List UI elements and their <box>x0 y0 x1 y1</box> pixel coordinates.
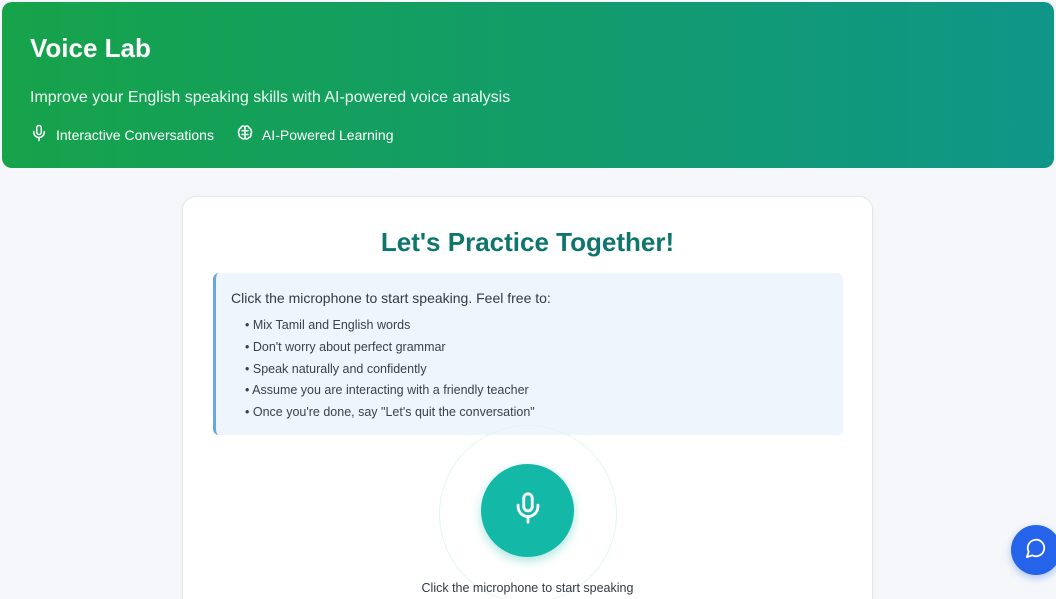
chat-bubble-icon <box>1025 537 1047 564</box>
hero-banner: Voice Lab Improve your English speaking … <box>2 2 1054 168</box>
page-title: Voice Lab <box>30 33 151 63</box>
feature-list: Interactive Conversations AI-Powered Lea… <box>30 124 1026 145</box>
list-item: Mix Tamil and English words <box>245 315 827 337</box>
practice-card: Let's Practice Together! Click the micro… <box>182 196 873 599</box>
list-item: Speak naturally and confidently <box>245 359 827 381</box>
practice-title: Let's Practice Together! <box>380 227 675 257</box>
microphone-icon <box>511 491 545 530</box>
feature-interactive-conversations: Interactive Conversations <box>30 124 214 145</box>
microphone-button[interactable] <box>481 464 574 557</box>
feature-label: Interactive Conversations <box>56 126 214 143</box>
chat-widget-button[interactable] <box>1011 525 1056 575</box>
feature-label: AI-Powered Learning <box>261 126 394 143</box>
brain-icon <box>236 124 254 145</box>
instructions-box: Click the microphone to start speaking. … <box>213 273 843 435</box>
microphone-icon <box>30 124 48 145</box>
list-item: Assume you are interacting with a friend… <box>245 380 827 402</box>
hero-subtitle: Improve your English speaking skills wit… <box>30 89 511 106</box>
instructions-lead: Click the microphone to start speaking. … <box>231 290 551 306</box>
list-item: Don't worry about perfect grammar <box>245 337 827 359</box>
feature-ai-powered-learning: AI-Powered Learning <box>236 124 394 145</box>
mic-caption: Click the microphone to start speaking <box>421 581 634 595</box>
tips-list: Mix Tamil and English words Don't worry … <box>231 315 827 424</box>
voice-lab-page: Voice Lab Improve your English speaking … <box>0 0 1056 599</box>
list-item: Once you're done, say "Let's quit the co… <box>245 402 827 424</box>
